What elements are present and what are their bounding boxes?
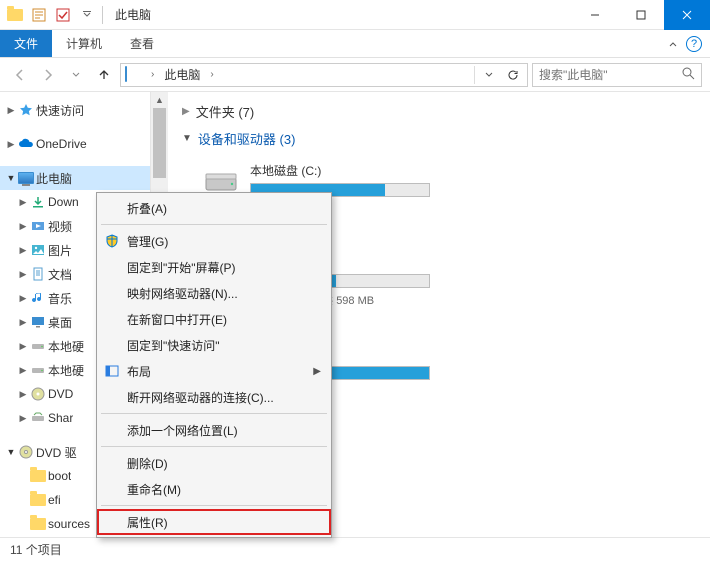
context-menu-item-label: 在新窗口中打开(E) [127, 311, 227, 328]
context-menu-item-label: 布局 [127, 363, 151, 380]
search-input[interactable] [539, 68, 669, 82]
recent-dropdown[interactable] [64, 63, 88, 87]
item-icon [30, 314, 46, 330]
ribbon-tabs: 文件 计算机 查看 ? [0, 30, 710, 58]
item-icon [30, 242, 46, 258]
sidebar-item-quick-access[interactable]: ▶快速访问 [0, 98, 150, 122]
quick-access-toolbar [0, 4, 109, 26]
address-field[interactable]: › 此电脑 › [120, 63, 528, 87]
collapse-ribbon-icon[interactable] [664, 35, 682, 53]
tab-view[interactable]: 查看 [116, 30, 168, 57]
folders-section-header[interactable]: 文件夹 (7) [182, 102, 696, 121]
window-title: 此电脑 [109, 6, 157, 23]
qat-app-icon[interactable] [4, 4, 26, 26]
window-controls [572, 0, 710, 30]
scroll-up-icon[interactable]: ▲ [151, 92, 168, 108]
context-menu-item[interactable]: 固定到"快速访问" [97, 332, 331, 358]
context-menu-item[interactable]: 属性(R) [97, 509, 331, 535]
shield-icon [103, 232, 121, 250]
pc-icon [18, 170, 34, 186]
disc-icon [18, 444, 34, 460]
cloud-icon [18, 136, 34, 152]
qat-divider [102, 6, 103, 24]
context-menu-item[interactable]: 重命名(M) [97, 476, 331, 502]
context-menu-item[interactable]: 添加一个网络位置(L) [97, 417, 331, 443]
context-menu-item[interactable]: 删除(D) [97, 450, 331, 476]
search-field[interactable] [532, 63, 702, 87]
star-icon [18, 102, 34, 118]
layout-icon [103, 362, 121, 380]
context-menu-item-label: 固定到"快速访问" [127, 337, 220, 354]
minimize-button[interactable] [572, 0, 618, 30]
item-icon [30, 386, 46, 402]
context-menu-item[interactable]: 断开网络驱动器的连接(C)... [97, 384, 331, 410]
forward-button[interactable] [36, 63, 60, 87]
chevron-right-icon [182, 106, 190, 117]
item-icon [30, 194, 46, 210]
refresh-icon[interactable] [503, 65, 523, 85]
address-bar: › 此电脑 › [0, 58, 710, 92]
pc-icon [125, 67, 141, 83]
devices-section-header[interactable]: 设备和驱动器 (3) [182, 129, 696, 148]
item-icon [30, 338, 46, 354]
item-icon [30, 362, 46, 378]
context-menu-item-label: 删除(D) [127, 455, 168, 472]
item-icon [30, 290, 46, 306]
context-menu-separator [101, 505, 327, 506]
context-menu-separator [101, 224, 327, 225]
tab-computer[interactable]: 计算机 [52, 30, 116, 57]
context-menu-item-label: 管理(G) [127, 233, 168, 250]
sidebar-item-onedrive[interactable]: ▶OneDrive [0, 132, 150, 156]
status-item-count: 11 个项目 [10, 541, 62, 558]
folder-icon [30, 492, 46, 508]
titlebar: 此电脑 [0, 0, 710, 30]
address-dropdown[interactable] [477, 63, 501, 87]
back-button[interactable] [8, 63, 32, 87]
statusbar: 11 个项目 [0, 537, 710, 561]
sidebar-item-this-pc[interactable]: ▼此电脑 [0, 166, 150, 190]
item-icon [30, 266, 46, 282]
context-menu-item[interactable]: 映射网络驱动器(N)... [97, 280, 331, 306]
context-menu-item-label: 添加一个网络位置(L) [127, 422, 238, 439]
context-menu-item-label: 折叠(A) [127, 200, 167, 217]
context-menu-item-label: 固定到"开始"屏幕(P) [127, 259, 236, 276]
qat-properties-icon[interactable] [28, 4, 50, 26]
folder-icon [30, 516, 46, 532]
context-menu-separator [101, 446, 327, 447]
qat-dropdown[interactable] [76, 4, 98, 26]
up-button[interactable] [92, 63, 116, 87]
item-icon [30, 410, 46, 426]
close-button[interactable] [664, 0, 710, 30]
context-menu-item-label: 断开网络驱动器的连接(C)... [127, 389, 274, 406]
file-tab[interactable]: 文件 [0, 30, 52, 57]
chevron-right-icon[interactable]: › [206, 69, 217, 80]
chevron-down-icon [182, 133, 192, 144]
maximize-button[interactable] [618, 0, 664, 30]
context-menu-item[interactable]: 固定到"开始"屏幕(P) [97, 254, 331, 280]
scrollbar-thumb[interactable] [153, 108, 166, 178]
context-menu-item-label: 重命名(M) [127, 481, 181, 498]
context-menu-separator [101, 413, 327, 414]
help-icon[interactable]: ? [686, 36, 702, 52]
context-menu-item-label: 映射网络驱动器(N)... [127, 285, 238, 302]
drive-name: 本地磁盘 (C:) [250, 162, 452, 179]
search-icon[interactable] [682, 67, 695, 83]
chevron-right-icon: ▶ [313, 366, 321, 377]
folder-icon [30, 468, 46, 484]
context-menu-item[interactable]: 管理(G) [97, 228, 331, 254]
chevron-right-icon[interactable]: › [147, 69, 158, 80]
context-menu-item[interactable]: 在新窗口中打开(E) [97, 306, 331, 332]
context-menu: 折叠(A) 管理(G) 固定到"开始"屏幕(P) 映射网络驱动器(N)... 在新窗口中… [96, 192, 332, 538]
item-icon [30, 218, 46, 234]
qat-checkbox-icon[interactable] [52, 4, 74, 26]
context-menu-item-label: 属性(R) [127, 514, 168, 531]
context-menu-item[interactable]: 折叠(A) [97, 195, 331, 221]
breadcrumb-root[interactable]: 此电脑 [164, 66, 200, 83]
context-menu-item[interactable]: 布局 ▶ [97, 358, 331, 384]
